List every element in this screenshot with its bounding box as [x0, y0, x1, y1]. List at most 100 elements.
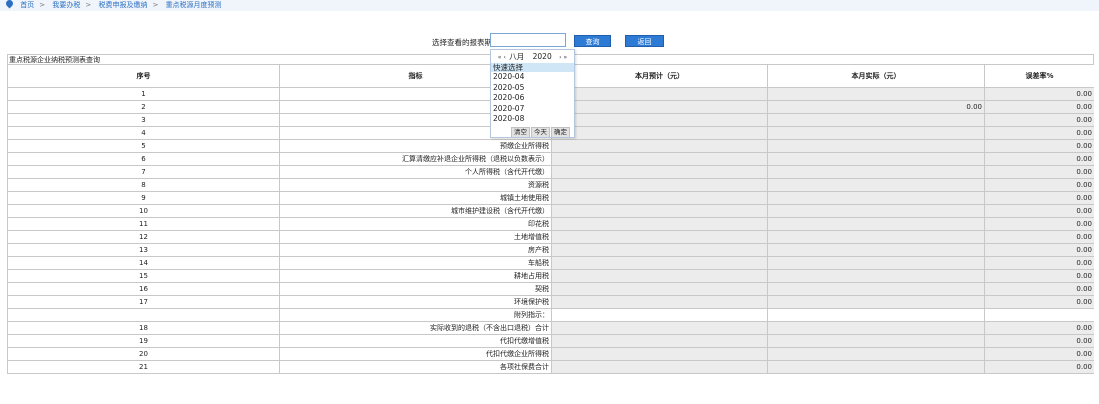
row-indicator: 房产税 [279, 243, 552, 257]
table-row: 10 城市维护建设税（含代开代缴） 0.00 [7, 204, 1094, 218]
row-forecast [551, 152, 768, 166]
row-actual [767, 87, 985, 101]
row-error-rate: 0.00 [984, 334, 1094, 348]
quick-option[interactable]: 2020-04 [491, 72, 574, 83]
row-actual [767, 126, 985, 140]
query-button[interactable]: 查询 [574, 35, 611, 47]
quick-option[interactable]: 2020-05 [491, 83, 574, 94]
row-actual [767, 360, 985, 374]
row-indicator: 城镇土地使用税 [279, 191, 552, 205]
row-indicator: 汇算清缴应补退企业所得税（退税以负数表示） [279, 152, 552, 166]
breadcrumb-separator: > [39, 1, 46, 9]
row-forecast [551, 282, 768, 296]
row-forecast [551, 295, 768, 309]
row-index: 3 [7, 113, 280, 127]
row-forecast [551, 321, 768, 335]
row-forecast [551, 100, 768, 114]
breadcrumb-current[interactable]: 重点税源月度预测 [166, 1, 222, 9]
row-forecast [551, 87, 768, 101]
row-actual [767, 295, 985, 309]
row-index: 11 [7, 217, 280, 231]
row-actual [767, 321, 985, 335]
period-input[interactable] [490, 33, 566, 47]
table-row: 6 汇算清缴应补退企业所得税（退税以负数表示） 0.00 [7, 152, 1094, 166]
table-row: 16 契税 0.00 [7, 282, 1094, 296]
row-forecast [551, 269, 768, 283]
row-error-rate: 0.00 [984, 139, 1094, 153]
row-forecast [551, 204, 768, 218]
row-indicator: 车船税 [279, 256, 552, 270]
row-indicator: 预缴企业所得税 [279, 139, 552, 153]
quick-option[interactable]: 2020-06 [491, 93, 574, 104]
row-actual [767, 191, 985, 205]
table-row: 附列指示： [7, 308, 1094, 322]
breadcrumb: 首页 > 我要办税 > 税费申报及缴纳 > 重点税源月度预测 [4, 0, 222, 10]
row-error-rate [984, 308, 1094, 322]
table-row: 11 印花税 0.00 [7, 217, 1094, 231]
row-forecast [551, 230, 768, 244]
row-forecast [551, 191, 768, 205]
row-index: 7 [7, 165, 280, 179]
quick-option[interactable]: 2020-07 [491, 104, 574, 115]
row-actual [767, 178, 985, 192]
back-button[interactable]: 返回 [625, 35, 664, 47]
table-row: 13 房产税 0.00 [7, 243, 1094, 257]
row-index: 13 [7, 243, 280, 257]
row-index: 20 [7, 347, 280, 361]
row-indicator: 城市维护建设税（含代开代缴） [279, 204, 552, 218]
row-indicator: 契税 [279, 282, 552, 296]
row-forecast [551, 360, 768, 374]
row-indicator: 个人所得税（含代开代缴） [279, 165, 552, 179]
row-forecast [551, 165, 768, 179]
breadcrumb-filing[interactable]: 税费申报及缴纳 [98, 1, 147, 9]
today-button[interactable]: 今天 [531, 127, 550, 137]
row-index: 18 [7, 321, 280, 335]
row-error-rate: 0.00 [984, 295, 1094, 309]
table-row: 15 耕地占用税 0.00 [7, 269, 1094, 283]
prev-month-icon[interactable]: ‹ [502, 54, 506, 61]
row-indicator: 环境保护税 [279, 295, 552, 309]
table-row: 9 城镇土地使用税 0.00 [7, 191, 1094, 205]
table-row: 18 实际收到的退税（不含出口退税）合计 0.00 [7, 321, 1094, 335]
next-month-icon[interactable]: › [558, 54, 562, 61]
row-actual [767, 204, 985, 218]
row-error-rate: 0.00 [984, 126, 1094, 140]
row-error-rate: 0.00 [984, 152, 1094, 166]
picker-header: «‹ 八月 2020 ›» [491, 50, 574, 63]
row-forecast [551, 113, 768, 127]
row-indicator: 实际收到的退税（不含出口退税）合计 [279, 321, 552, 335]
row-error-rate: 0.00 [984, 191, 1094, 205]
breadcrumb-tax[interactable]: 我要办税 [52, 1, 80, 9]
row-index: 6 [7, 152, 280, 166]
row-index: 12 [7, 230, 280, 244]
breadcrumb-home[interactable]: 首页 [20, 1, 34, 9]
row-actual [767, 230, 985, 244]
row-index: 14 [7, 256, 280, 270]
row-indicator: 印花税 [279, 217, 552, 231]
row-error-rate: 0.00 [984, 282, 1094, 296]
row-actual [767, 113, 985, 127]
row-index: 15 [7, 269, 280, 283]
row-error-rate: 0.00 [984, 347, 1094, 361]
row-index: 2 [7, 100, 280, 114]
quick-option[interactable]: 2020-08 [491, 114, 574, 125]
row-forecast [551, 334, 768, 348]
row-forecast [551, 256, 768, 270]
row-actual [767, 308, 985, 322]
row-index: 21 [7, 360, 280, 374]
picker-year[interactable]: 2020 [533, 52, 552, 61]
picker-month[interactable]: 八月 [509, 52, 524, 61]
row-forecast [551, 217, 768, 231]
breadcrumb-separator: > [85, 1, 92, 9]
row-actual [767, 347, 985, 361]
row-actual [767, 243, 985, 257]
table-row: 20 代扣代缴企业所得税 0.00 [7, 347, 1094, 361]
row-actual [767, 269, 985, 283]
period-label: 选择查看的报表期 [432, 38, 492, 47]
clear-button[interactable]: 清空 [511, 127, 530, 137]
row-index: 19 [7, 334, 280, 348]
row-actual: 0.00 [767, 100, 985, 114]
row-indicator: 各项社保费合计 [279, 360, 552, 374]
next-year-icon[interactable]: » [563, 54, 569, 61]
confirm-button[interactable]: 确定 [551, 127, 570, 137]
